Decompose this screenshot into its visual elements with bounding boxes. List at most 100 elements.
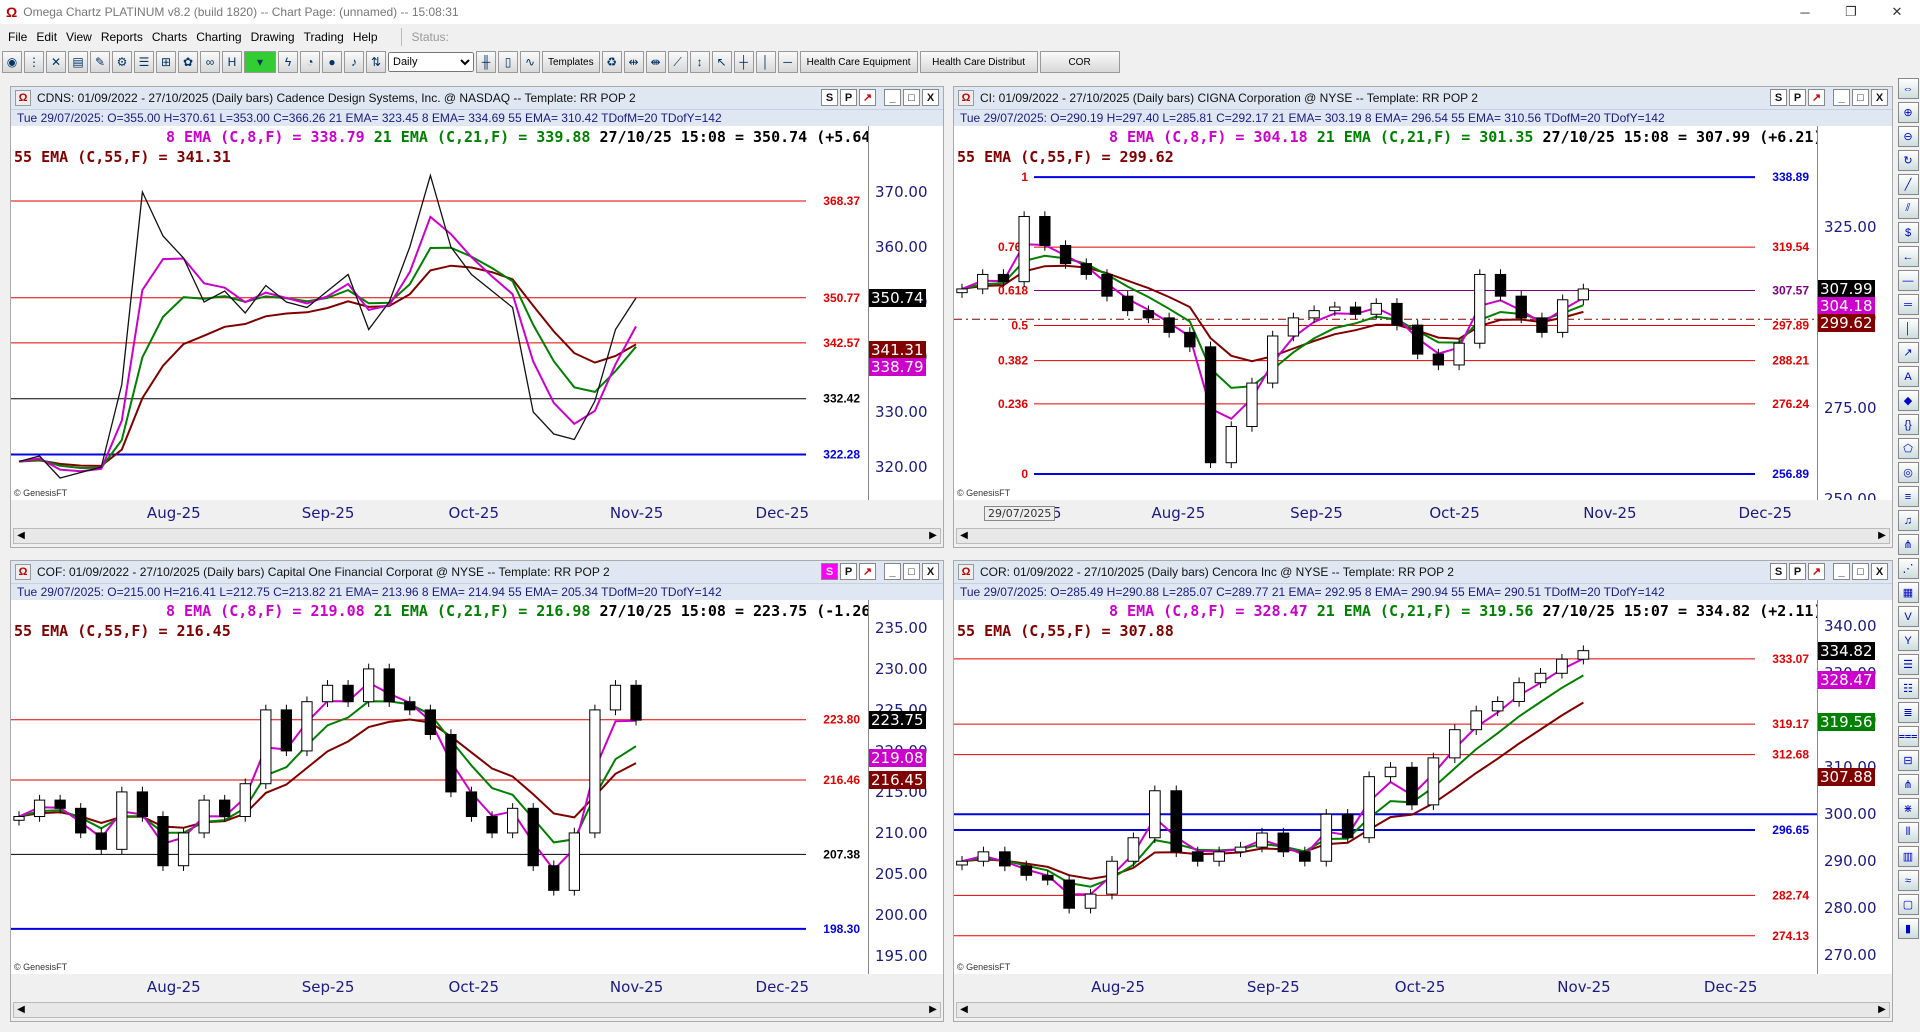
vline-icon[interactable]: │ bbox=[1897, 318, 1919, 339]
omega-icon[interactable]: Ω bbox=[958, 564, 974, 580]
hline-2-icon[interactable]: ═ bbox=[1897, 294, 1919, 315]
stop-icon[interactable]: ● bbox=[322, 51, 342, 73]
scroll-right-arrow[interactable]: ▶ bbox=[1875, 1003, 1889, 1017]
p-button[interactable]: P bbox=[1789, 89, 1806, 106]
menu-file[interactable]: File bbox=[8, 30, 27, 44]
price-chart[interactable]: 333.07 319.17 312.68 296.65 282.74 274.13 © Ge… bbox=[954, 600, 1817, 974]
minimize-panel-button[interactable]: _ bbox=[884, 89, 901, 106]
fib-icon[interactable]: ⋔ bbox=[1897, 534, 1919, 555]
expand-icon[interactable]: ⇼ bbox=[645, 51, 666, 73]
restore-button[interactable]: ❐ bbox=[1828, 0, 1874, 24]
recycle-icon[interactable]: ♻ bbox=[601, 51, 622, 73]
zoom-out-icon[interactable]: ⊖ bbox=[1897, 126, 1919, 147]
minimize-panel-button[interactable]: _ bbox=[1833, 89, 1850, 106]
refresh-icon[interactable]: ↻ bbox=[1897, 150, 1919, 171]
s-button[interactable]: S bbox=[821, 89, 838, 106]
traffic-light-icon[interactable]: ⋮ bbox=[24, 51, 44, 73]
chart-edit-icon[interactable]: ✎ bbox=[90, 51, 110, 73]
popout-icon[interactable]: ↗ bbox=[1808, 563, 1825, 580]
minimize-panel-button[interactable]: _ bbox=[1833, 563, 1850, 580]
ladder-icon[interactable]: H bbox=[222, 51, 242, 73]
scroll-right-arrow[interactable]: ▶ bbox=[926, 529, 940, 543]
menu-drawing[interactable]: Drawing bbox=[251, 30, 295, 44]
settings-icon[interactable]: ✿ bbox=[178, 51, 198, 73]
close-panel-button[interactable]: X bbox=[922, 89, 939, 106]
horizontal-line-icon[interactable]: ─ bbox=[777, 51, 798, 73]
box-icon[interactable]: ▢ bbox=[1897, 894, 1919, 915]
scroll-right-arrow[interactable]: ▶ bbox=[1875, 529, 1889, 543]
levels-2-icon[interactable]: ☷ bbox=[1897, 678, 1919, 699]
rps-lines-icon[interactable]: ≡ bbox=[1897, 486, 1919, 507]
shapes-icon[interactable]: ◆ bbox=[1897, 390, 1919, 411]
horizontal-scrollbar[interactable]: ◀ ▶ bbox=[13, 528, 941, 544]
wave-icon[interactable]: ≈ bbox=[1897, 870, 1919, 891]
horizontal-scrollbar[interactable]: ◀ ▶ bbox=[956, 528, 1890, 544]
speed-lines-icon[interactable]: ⋰ bbox=[1897, 558, 1919, 579]
scroll-left-arrow[interactable]: ◀ bbox=[957, 1003, 971, 1017]
templates-button[interactable]: Templates bbox=[542, 51, 600, 73]
braces-icon[interactable]: {} bbox=[1897, 414, 1919, 435]
text-icon[interactable]: A bbox=[1897, 366, 1919, 387]
bars-2-icon[interactable]: ▮ bbox=[1897, 918, 1919, 939]
candle-chart-icon[interactable]: ▯ bbox=[498, 51, 518, 73]
price-line-icon[interactable]: $ bbox=[1897, 222, 1919, 243]
maximize-panel-button[interactable]: □ bbox=[903, 89, 920, 106]
price-chart[interactable]: 223.80 216.46 207.38 198.30 © GenesisFT bbox=[11, 600, 868, 974]
grid-icon[interactable]: ▦ bbox=[1897, 582, 1919, 603]
bars-icon[interactable]: ▥ bbox=[1897, 846, 1919, 867]
period-select[interactable]: Daily bbox=[388, 52, 474, 72]
alarm-bell-icon[interactable]: ♪ bbox=[344, 51, 364, 73]
scroll-left-arrow[interactable]: ◀ bbox=[14, 529, 28, 543]
menu-help[interactable]: Help bbox=[353, 30, 378, 44]
tools-icon[interactable]: ✕ bbox=[46, 51, 66, 73]
levels-icon[interactable]: ☰ bbox=[1897, 654, 1919, 675]
levels-4-icon[interactable]: ⩶ bbox=[1897, 726, 1919, 747]
menu-charts[interactable]: Charts bbox=[152, 30, 187, 44]
chart-area[interactable]: 338.89 1 319.54 0.764 307.57 0.618 297.89 0.5 28… bbox=[954, 126, 1892, 508]
chart-area[interactable]: 333.07 319.17 312.68 296.65 282.74 274.13 © Ge… bbox=[954, 600, 1892, 974]
popout-icon[interactable]: ↗ bbox=[1808, 89, 1825, 106]
maximize-panel-button[interactable]: □ bbox=[903, 563, 920, 580]
chart-area[interactable]: 368.37 350.77 342.57 332.42 322.28 © GenesisF… bbox=[11, 126, 943, 500]
group-button-health-care-distribut[interactable]: Health Care Distribut bbox=[919, 51, 1038, 73]
scale-icon[interactable]: ⇅ bbox=[366, 51, 386, 73]
close-panel-button[interactable]: X bbox=[1871, 563, 1888, 580]
ve-icon[interactable]: V bbox=[1897, 606, 1919, 627]
lightning-icon[interactable]: ϟ bbox=[278, 51, 298, 73]
trendline-icon[interactable]: ╱ bbox=[1897, 174, 1919, 195]
price-axis[interactable]: 340.00330.00320.00310.00300.00290.00280.… bbox=[1817, 600, 1892, 974]
gears-icon[interactable]: ⚙ bbox=[112, 51, 132, 73]
omega-icon[interactable]: Ω bbox=[958, 90, 974, 106]
s-button[interactable]: S bbox=[1770, 563, 1787, 580]
horizontal-scrollbar[interactable]: ◀ ▶ bbox=[956, 1002, 1890, 1018]
pitchfork-icon[interactable]: ⋔ bbox=[1897, 774, 1919, 795]
omega-icon[interactable]: Ω bbox=[15, 90, 31, 106]
p-button[interactable]: P bbox=[840, 563, 857, 580]
menu-charting[interactable]: Charting bbox=[196, 30, 241, 44]
scroll-left-arrow[interactable]: ◀ bbox=[957, 529, 971, 543]
cursor-icon[interactable]: ↖ bbox=[711, 51, 732, 73]
maximize-panel-button[interactable]: □ bbox=[1852, 563, 1869, 580]
price-axis[interactable]: 325.00300.00275.00250.00307.99304.18299.… bbox=[1817, 126, 1892, 508]
compress-icon[interactable]: ⇹ bbox=[623, 51, 644, 73]
bar-chart-icon[interactable]: ╫ bbox=[476, 51, 496, 73]
levels-3-icon[interactable]: ≣ bbox=[1897, 702, 1919, 723]
ruler-icon[interactable]: ⊟ bbox=[1897, 750, 1919, 771]
arrow-icon[interactable]: ↗ bbox=[1897, 342, 1919, 363]
vertical-scale-icon[interactable]: ↕ bbox=[689, 51, 710, 73]
group-button-health-care-equipment[interactable]: Health Care Equipment bbox=[799, 51, 918, 73]
maximize-panel-button[interactable]: □ bbox=[1852, 89, 1869, 106]
crosshair-icon[interactable]: ┼ bbox=[733, 51, 754, 73]
zoom-in-icon[interactable]: ⊕ bbox=[1897, 102, 1919, 123]
price-chart[interactable]: 338.891319.540.764307.570.618297.890.528… bbox=[954, 126, 1817, 500]
polygon-icon[interactable]: ⬠ bbox=[1897, 438, 1919, 459]
circle-icon[interactable]: ◎ bbox=[1897, 462, 1919, 483]
close-button[interactable]: ✕ bbox=[1874, 0, 1920, 24]
globe-icon[interactable]: ◉ bbox=[2, 51, 22, 73]
list-icon[interactable]: ☰ bbox=[134, 51, 154, 73]
vertical-line-icon[interactable]: │ bbox=[755, 51, 776, 73]
popout-icon[interactable]: ↗ bbox=[859, 563, 876, 580]
link-icon[interactable]: ∞ bbox=[200, 51, 220, 73]
scroll-left-arrow[interactable]: ◀ bbox=[14, 1003, 28, 1017]
arrow-left-icon[interactable]: ← bbox=[1897, 246, 1919, 267]
